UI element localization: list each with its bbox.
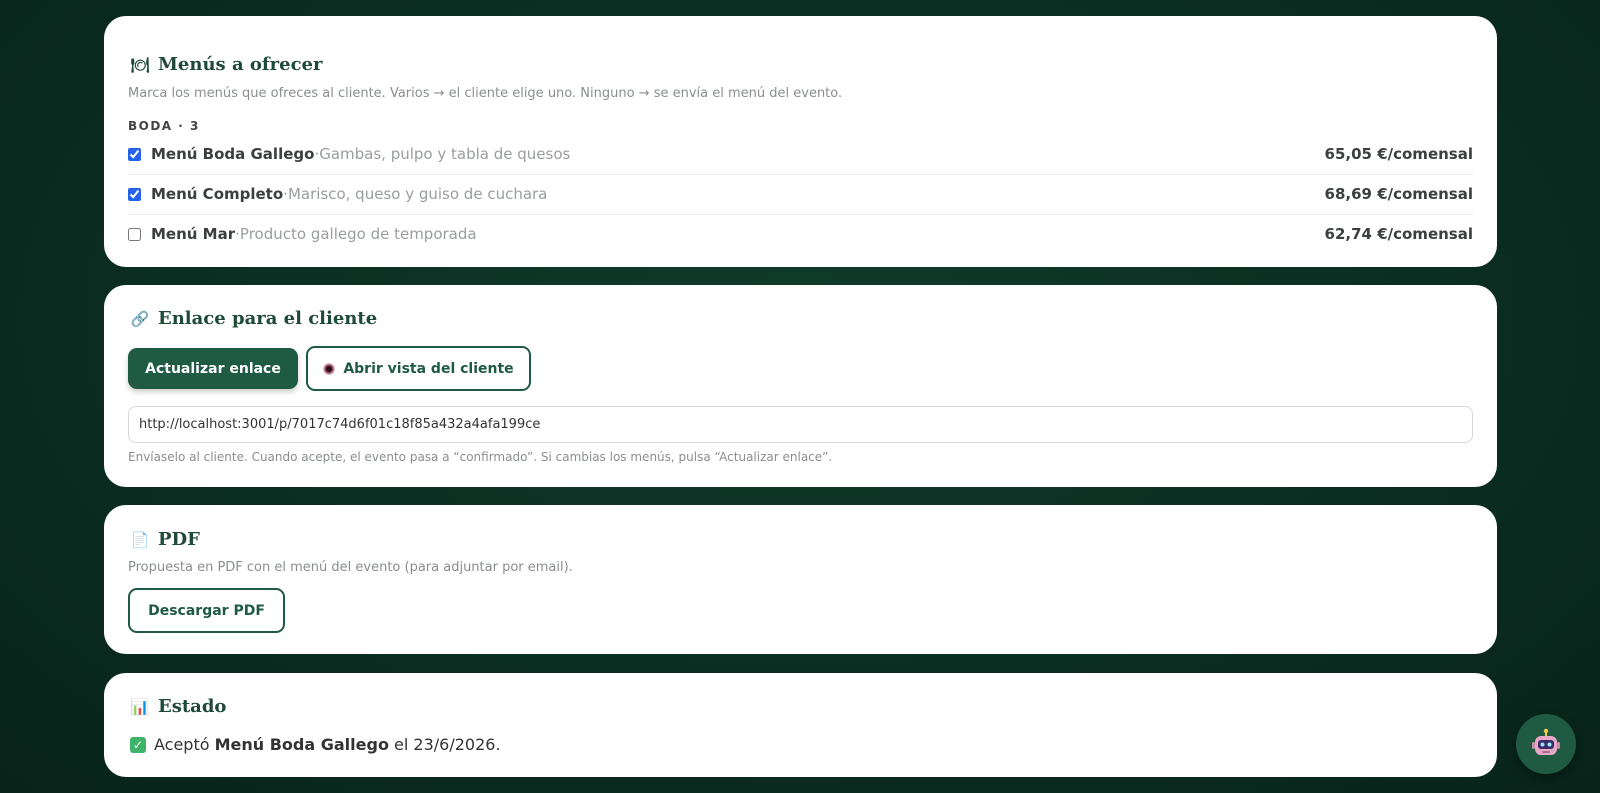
assistant-bot-button[interactable] [1516, 714, 1576, 774]
eye-icon [323, 362, 336, 375]
menu-description: Marisco, queso y guiso de cuchara [287, 185, 548, 203]
check-icon: ✓ [130, 736, 146, 753]
menu-option-completo[interactable]: Menú Completo · Marisco, queso y guiso d… [128, 174, 1473, 215]
menu-name: Menú Boda Gallego [151, 145, 315, 163]
update-link-button[interactable]: Actualizar enlace [128, 348, 298, 389]
menu-checkbox-mar[interactable] [128, 227, 141, 241]
menu-name: Menú Completo [151, 185, 284, 203]
menus-card-title: 🍽 Menús a ofrecer [130, 54, 322, 75]
menu-name: Menú Mar [151, 225, 236, 243]
status-prefix: Aceptó [154, 735, 215, 754]
pdf-title-text: PDF [158, 529, 200, 550]
link-icon: 🔗 [130, 309, 150, 328]
plate-icon: 🍽 [130, 55, 150, 74]
status-text: Aceptó Menú Boda Gallego el 23/6/2026. [154, 735, 501, 754]
status-card-title: 📊 Estado [130, 696, 227, 717]
open-client-view-label: Abrir vista del cliente [343, 360, 514, 377]
link-hint: Envíaselo al cliente. Cuando acepte, el … [128, 450, 833, 464]
bar-chart-icon: 📊 [130, 697, 150, 716]
open-client-view-button[interactable]: Abrir vista del cliente [306, 346, 531, 391]
status-suffix: el 23/6/2026. [388, 735, 501, 754]
download-pdf-button[interactable]: Descargar PDF [128, 588, 285, 633]
status-title-text: Estado [158, 696, 227, 717]
menu-price: 62,74 €/comensal [1324, 225, 1473, 243]
menu-checkbox-boda-gallego[interactable] [128, 147, 141, 161]
menu-description: Producto gallego de temporada [239, 225, 477, 243]
status-menu-name: Menú Boda Gallego [214, 735, 389, 754]
menu-price: 68,69 €/comensal [1324, 185, 1473, 203]
menus-title-text: Menús a ofrecer [158, 54, 323, 75]
menu-checkbox-completo[interactable] [128, 187, 141, 201]
menus-description: Marca los menús que ofreces al cliente. … [128, 86, 843, 101]
menu-price: 65,05 €/comensal [1324, 145, 1473, 163]
client-link-url-field[interactable] [128, 406, 1473, 443]
pdf-card-title: 📄 PDF [130, 529, 200, 550]
link-card-title: 🔗 Enlace para el cliente [130, 308, 378, 329]
client-link-card: 🔗 Enlace para el cliente Actualizar enla… [104, 285, 1497, 487]
menus-card: 🍽 Menús a ofrecer Marca los menús que of… [104, 16, 1497, 267]
pdf-card: 📄 PDF Propuesta en PDF con el menú del e… [104, 505, 1497, 654]
menu-description: Gambas, pulpo y tabla de quesos [319, 145, 571, 163]
menu-group-label: BODA · 3 [128, 119, 200, 133]
robot-icon [1532, 728, 1560, 755]
document-icon: 📄 [130, 530, 150, 549]
link-title-text: Enlace para el cliente [158, 308, 378, 329]
menu-option-boda-gallego[interactable]: Menú Boda Gallego · Gambas, pulpo y tabl… [128, 134, 1473, 175]
status-line: ✓ Aceptó Menú Boda Gallego el 23/6/2026. [130, 735, 501, 754]
pdf-description: Propuesta en PDF con el menú del evento … [128, 560, 573, 575]
menu-option-mar[interactable]: Menú Mar · Producto gallego de temporada… [128, 214, 1473, 254]
status-card: 📊 Estado ✓ Aceptó Menú Boda Gallego el 2… [104, 673, 1497, 777]
